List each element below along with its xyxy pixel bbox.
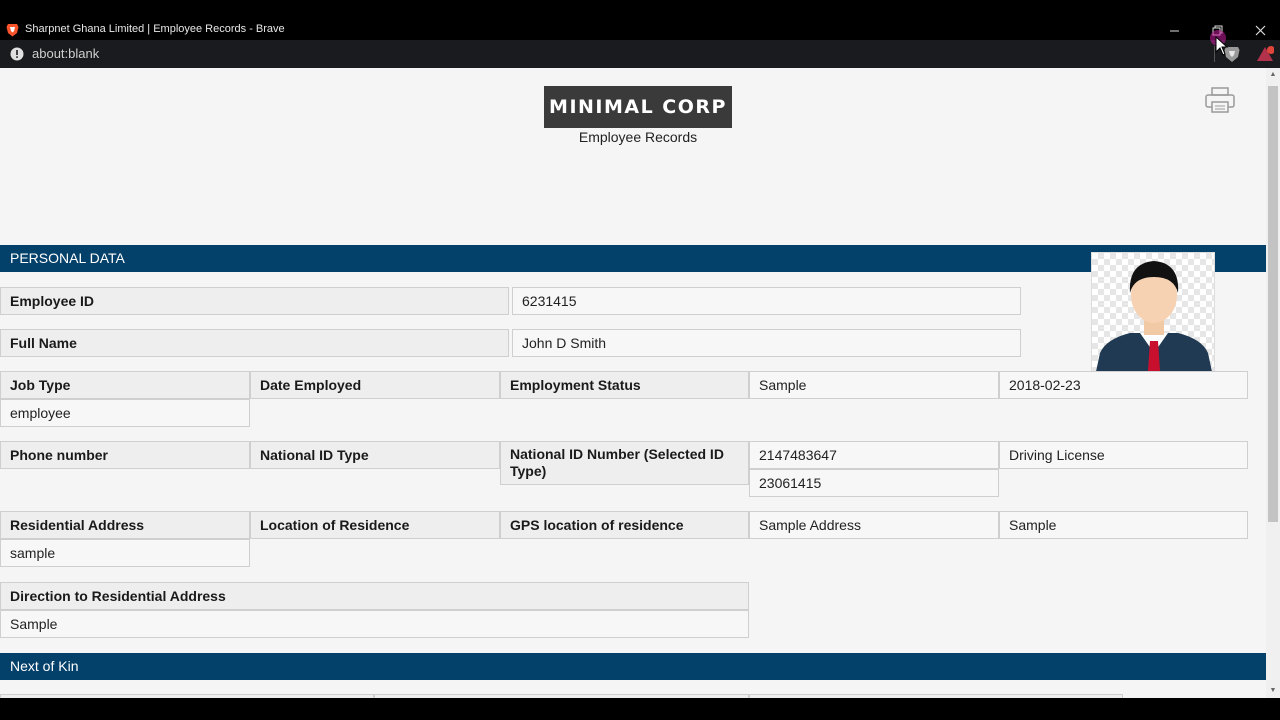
url-text[interactable]: about:blank (32, 46, 99, 61)
job-type-label: Job Type (0, 371, 250, 399)
residential-address-value: sample (0, 539, 250, 567)
national-id-type-value: Driving License (999, 441, 1248, 469)
brave-lion-icon (6, 24, 19, 37)
full-name-label: Full Name (0, 329, 509, 357)
screen-bottom-border (0, 698, 1280, 720)
page-viewport: MINIMAL CORP Employee Records PERSONAL D… (0, 68, 1280, 698)
page-subtitle: Employee Records (578, 129, 698, 145)
full-name-value: John D Smith (512, 329, 1021, 357)
info-icon[interactable] (10, 47, 24, 61)
minimize-icon (1169, 30, 1179, 31)
location-of-residence-label: Location of Residence (250, 511, 500, 539)
date-employed-label: Date Employed (250, 371, 500, 399)
employee-id-label: Employee ID (0, 287, 509, 315)
vertical-scrollbar[interactable]: ▲ ▼ (1266, 68, 1280, 698)
employee-photo (1091, 252, 1215, 380)
location-of-residence-value: Sample (999, 511, 1248, 539)
close-window-button[interactable] (1240, 20, 1280, 40)
mouse-cursor-icon (1215, 36, 1229, 56)
close-icon (1255, 25, 1265, 35)
employment-status-value: Sample (749, 371, 999, 399)
window-titlebar: Sharpnet Ghana Limited | Employee Record… (0, 20, 1280, 40)
section-header-personal-data: PERSONAL DATA (0, 245, 1266, 272)
gps-location-value: Sample Address (749, 511, 999, 539)
company-logo: MINIMAL CORP (544, 86, 732, 128)
print-icon[interactable] (1204, 86, 1236, 114)
scroll-up-arrow-icon[interactable]: ▲ (1269, 71, 1277, 79)
job-type-value: employee (0, 399, 250, 427)
phone-number-label: Phone number (0, 441, 250, 469)
national-id-number-value: 2147483647 (749, 441, 999, 469)
gps-location-label: GPS location of residence (500, 511, 749, 539)
brave-rewards-icon[interactable] (1256, 46, 1274, 62)
national-id-number-label: National ID Number (Selected ID Type) (500, 441, 749, 485)
section-header-next-of-kin: Next of Kin (0, 653, 1266, 680)
direction-label: Direction to Residential Address (0, 582, 749, 610)
scroll-down-arrow-icon[interactable]: ▼ (1269, 687, 1277, 695)
direction-value: Sample (0, 610, 749, 638)
user-avatar-icon (1094, 261, 1214, 379)
employment-status-label: Employment Status (500, 371, 749, 399)
national-id-number-value-2: 23061415 (749, 469, 999, 497)
employee-id-value: 6231415 (512, 287, 1021, 315)
minimize-button[interactable] (1154, 20, 1194, 40)
window-title: Sharpnet Ghana Limited | Employee Record… (25, 23, 285, 35)
date-employed-value: 2018-02-23 (999, 371, 1248, 399)
residential-address-label: Residential Address (0, 511, 250, 539)
address-bar[interactable]: about:blank (0, 40, 1280, 68)
scroll-thumb[interactable] (1268, 86, 1278, 522)
national-id-type-label: National ID Type (250, 441, 500, 469)
